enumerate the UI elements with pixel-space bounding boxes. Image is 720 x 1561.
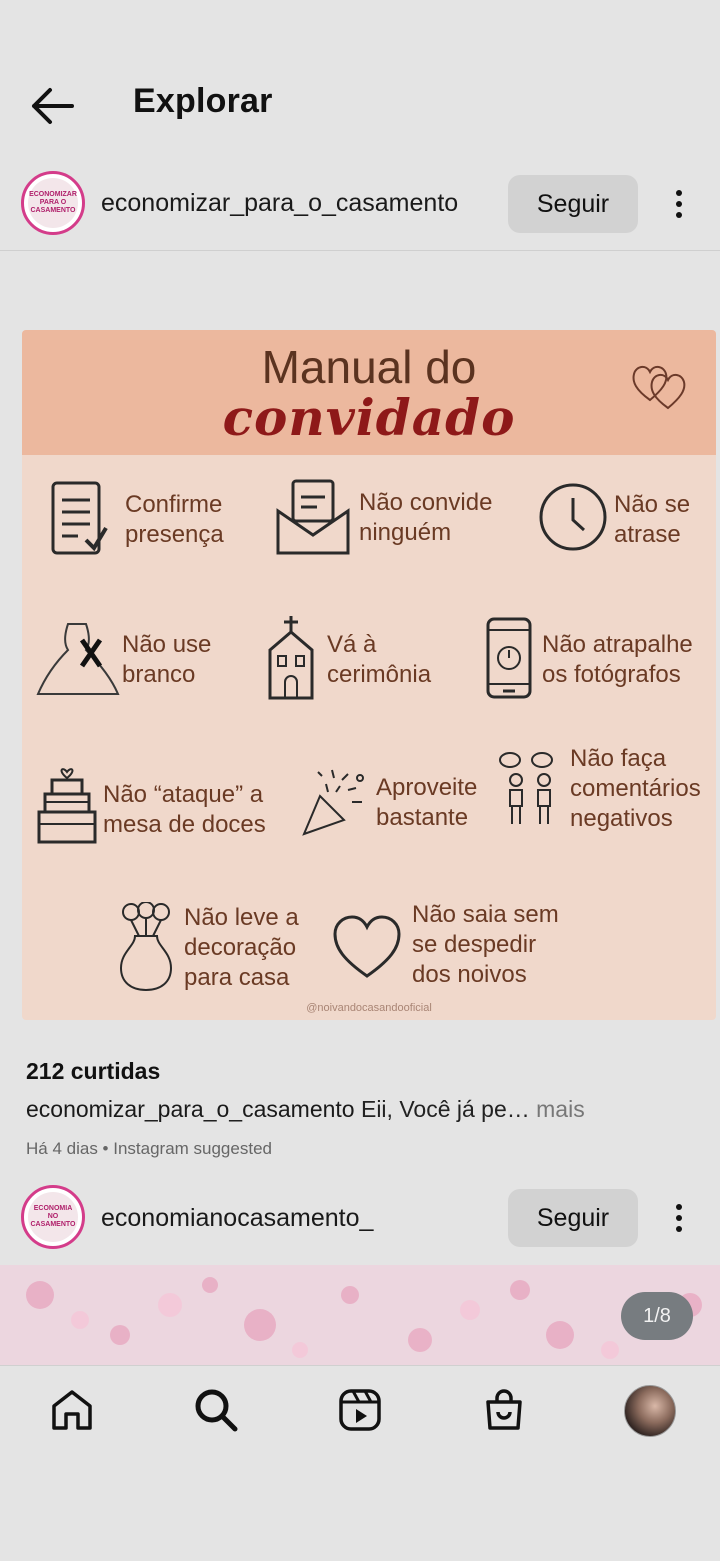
- item-label: Não leve a decoração para casa: [184, 904, 299, 991]
- checklist-icon: [51, 481, 108, 555]
- post2-username[interactable]: economianocasamento_: [101, 1204, 373, 1233]
- home-icon[interactable]: [48, 1386, 96, 1434]
- card-title-line1: Manual do: [261, 341, 477, 393]
- post2-avatar[interactable]: ECONOMIA NO CASAMENTO: [21, 1185, 85, 1249]
- post1-caption[interactable]: economizar_para_o_casamento Eii, Você já…: [26, 1096, 585, 1123]
- shop-icon[interactable]: [480, 1386, 528, 1434]
- post1-image[interactable]: Manual do convidado Confirme presença Nã…: [22, 330, 716, 1020]
- post1-username[interactable]: economizar_para_o_casamento: [101, 189, 458, 218]
- card-header: Manual do convidado: [22, 330, 716, 455]
- post1-follow-button[interactable]: Seguir: [508, 175, 638, 233]
- item-label: Confirme presença: [125, 491, 224, 548]
- caption-username[interactable]: economizar_para_o_casamento: [26, 1096, 355, 1122]
- dress-icon: [36, 623, 120, 695]
- card-title-line2: convidado: [222, 388, 516, 447]
- profile-avatar[interactable]: [624, 1385, 676, 1437]
- post2-image[interactable]: [0, 1265, 720, 1365]
- item-label: Não use branco: [122, 631, 212, 688]
- post1-likes[interactable]: 212 curtidas: [26, 1058, 160, 1085]
- reels-icon[interactable]: [336, 1386, 384, 1434]
- page-title: Explorar: [133, 82, 273, 120]
- double-heart-icon: [632, 366, 686, 410]
- post1-divider: [0, 250, 720, 251]
- clock-icon: [539, 483, 607, 551]
- floral-background: [26, 1277, 702, 1359]
- caption-text: Eii, Você já pe…: [360, 1096, 530, 1122]
- cake-icon: [37, 768, 97, 844]
- party-popper-icon: [302, 769, 364, 836]
- post2-more-options-icon[interactable]: [667, 1198, 691, 1238]
- item-label: Não convide ninguém: [359, 489, 493, 546]
- item-label: Aproveite bastante: [376, 774, 478, 831]
- item-label: Não atrapalhe os fotógrafos: [542, 631, 693, 688]
- caption-more-link[interactable]: mais: [536, 1096, 585, 1122]
- post1-more-options-icon[interactable]: [667, 184, 691, 224]
- post1-avatar-text: ECONOMIZAR PARA O CASAMENTO: [28, 178, 78, 228]
- post1-avatar[interactable]: ECONOMIZAR PARA O CASAMENTO: [21, 171, 85, 235]
- heart-icon: [333, 915, 401, 978]
- people-talking-icon: [499, 752, 553, 824]
- back-arrow-icon[interactable]: [28, 84, 76, 128]
- vase-icon: [119, 902, 173, 992]
- envelope-icon: [276, 479, 350, 555]
- item-label: Não saia sem se despedir dos noivos: [412, 901, 559, 988]
- item-label: Não “ataque” a mesa de doces: [103, 781, 266, 838]
- post1-timestamp: Há 4 dias • Instagram suggested: [26, 1139, 272, 1158]
- item-label: Não se atrase: [614, 491, 691, 548]
- post2-avatar-text: ECONOMIA NO CASAMENTO: [28, 1192, 78, 1242]
- church-icon: [268, 616, 314, 700]
- image-credit: @noivandocasandooficial: [306, 1002, 432, 1014]
- item-label: Não faça comentários negativos: [570, 745, 701, 832]
- item-label: Vá à cerimônia: [327, 631, 432, 688]
- post2-follow-button[interactable]: Seguir: [508, 1189, 638, 1247]
- search-icon[interactable]: [192, 1386, 240, 1434]
- phone-icon: [486, 617, 532, 699]
- carousel-pager: 1/8: [621, 1292, 693, 1340]
